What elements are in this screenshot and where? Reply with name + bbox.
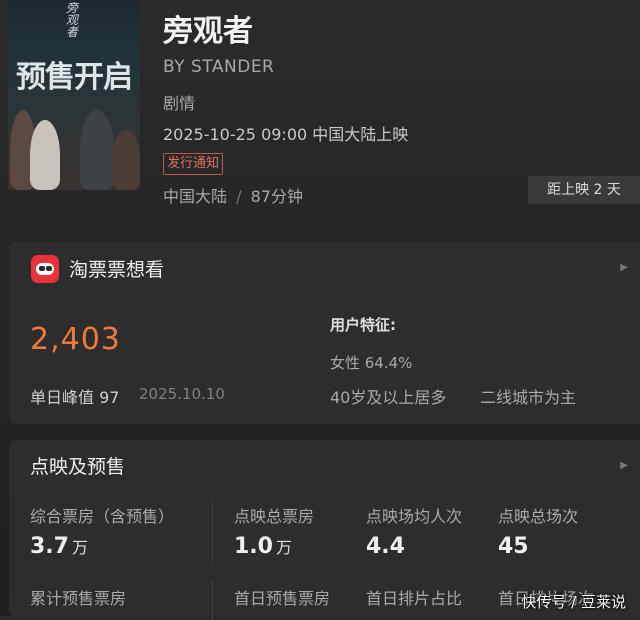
- taopiaopiao-logo-icon: [31, 255, 59, 283]
- stat-value: 45: [498, 534, 529, 559]
- want-card-title: 淘票票想看: [69, 259, 165, 281]
- stat-value: 3.7 万: [30, 534, 88, 559]
- chevron-right-icon[interactable]: ▶: [620, 460, 628, 471]
- stat-label: 点映场均人次: [366, 507, 463, 526]
- stat-value: 4.4: [366, 534, 405, 559]
- release-notice-badge[interactable]: 发行通知: [163, 153, 224, 175]
- stat-label: 首日预售票房: [234, 589, 331, 608]
- poster-figure: [112, 130, 140, 190]
- stat-label: 首日排片占比: [366, 589, 463, 608]
- stat-label: 综合票房（含预售）: [30, 507, 175, 526]
- stat-divider: [212, 502, 213, 562]
- chevron-right-icon[interactable]: ▶: [620, 262, 628, 273]
- stat-value: 1.0 万: [234, 534, 292, 559]
- stat-label: 累计预售票房: [30, 589, 127, 608]
- stat-number: 45: [498, 534, 529, 559]
- presale-card[interactable]: 点映及预售 ▶ 综合票房（含预售） 3.7 万 点映总票房 1.0 万 点映场均人次…: [9, 440, 640, 620]
- user-features-title: 用户特征:: [330, 316, 396, 334]
- release-countdown: 距上映 2 天: [528, 176, 640, 204]
- movie-region: 中国大陆: [163, 187, 228, 206]
- movie-genre: 剧情: [163, 94, 196, 113]
- movie-poster[interactable]: 旁观者 预售开启: [8, 0, 140, 190]
- meta-separator: /: [236, 187, 242, 206]
- movie-duration: 87分钟: [250, 187, 303, 206]
- poster-figure: [30, 120, 60, 190]
- stat-number: 4.4: [366, 534, 405, 559]
- source-watermark: 快传号 / 豆莱说: [521, 593, 626, 611]
- want-to-see-card[interactable]: 淘票票想看 ▶ 2,403 单日峰值 97 2025.10.10 用户特征: 女…: [9, 242, 640, 424]
- stat-unit: 万: [275, 538, 292, 557]
- poster-title-small: 旁观者: [66, 1, 79, 39]
- poster-presale-text: 预售开启: [16, 60, 133, 95]
- poster-figure: [80, 110, 114, 190]
- movie-meta: 中国大陆 / 87分钟: [163, 183, 303, 207]
- age-feature: 40岁及以上居多: [330, 388, 447, 407]
- stat-label: 点映总场次: [498, 507, 579, 526]
- want-count: 2,403: [30, 322, 121, 357]
- stat-number: 3.7: [30, 534, 69, 559]
- stat-number: 1.0: [234, 534, 273, 559]
- stat-unit: 万: [71, 538, 88, 557]
- stat-label: 点映总票房: [234, 507, 315, 526]
- release-date: 2025-10-25 09:00 中国大陆上映: [163, 125, 409, 144]
- movie-title: 旁观者: [163, 14, 253, 49]
- daily-peak-label: 单日峰值 97: [30, 388, 120, 407]
- female-ratio: 女性 64.4%: [330, 354, 413, 372]
- presale-card-title: 点映及预售: [30, 456, 126, 478]
- movie-english-title: BY STANDER: [163, 57, 275, 77]
- daily-peak-date: 2025.10.10: [139, 385, 225, 403]
- stat-divider: [212, 580, 213, 620]
- city-feature: 二线城市为主: [480, 388, 577, 407]
